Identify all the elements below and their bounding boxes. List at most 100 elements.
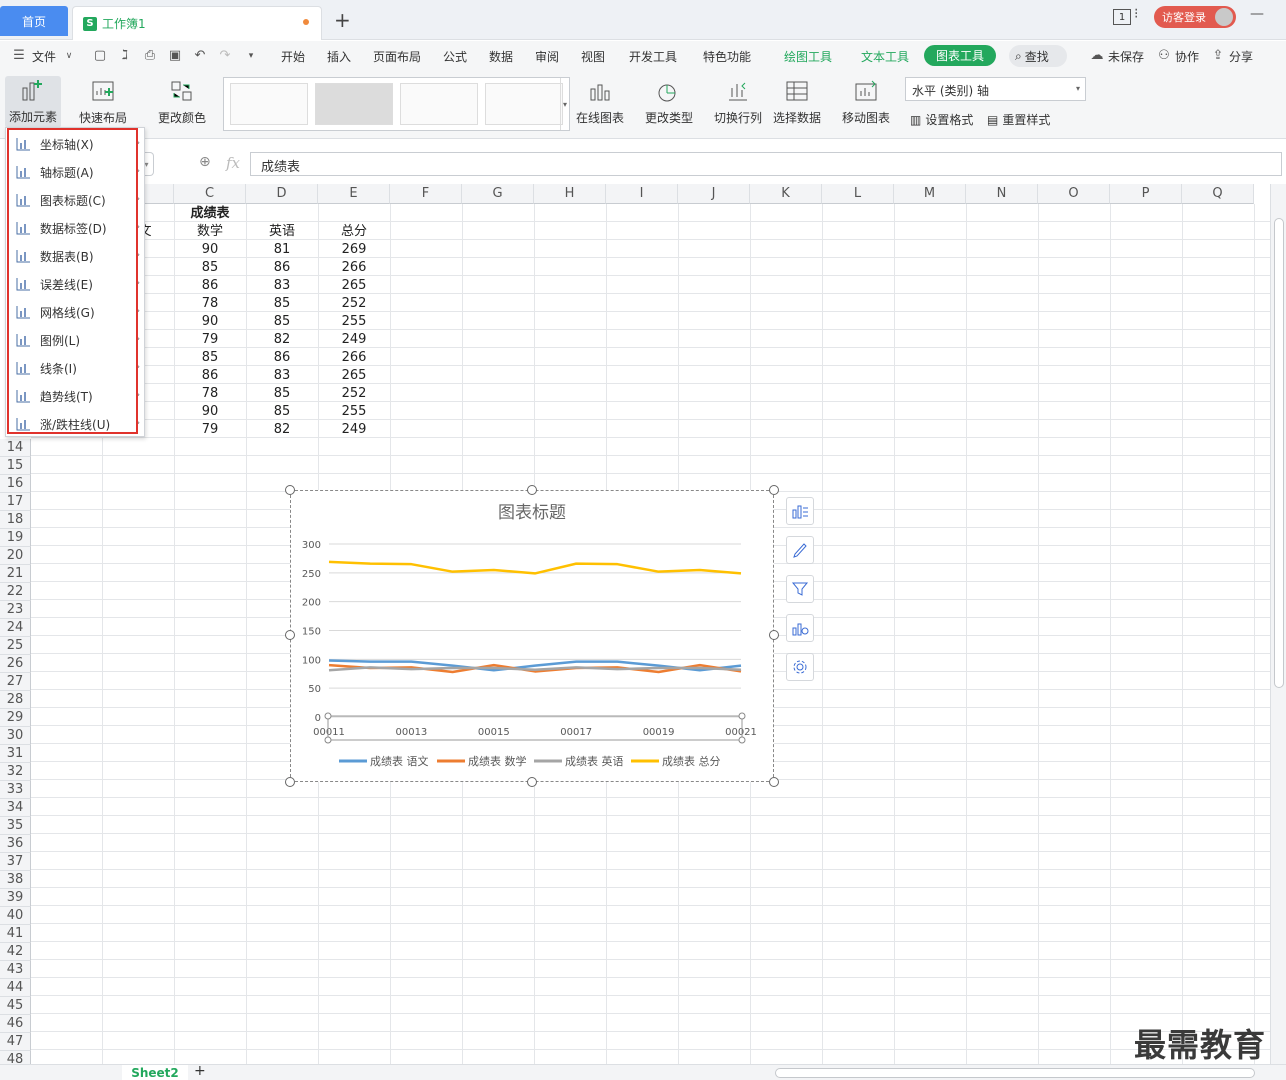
row-header-46[interactable]: 46 [0,1015,31,1033]
row-header-29[interactable]: 29 [0,709,31,727]
set-format-button[interactable]: ▥ 设置格式 [910,111,973,128]
menu-file[interactable]: 文件 [32,48,56,65]
resize-handle[interactable] [285,777,295,787]
table-cell[interactable]: 249 [318,421,390,439]
row-header-19[interactable]: 19 [0,529,31,547]
table-cell[interactable]: 78 [174,385,246,403]
chart-element-select[interactable]: 水平 (类别) 轴 ▾ [905,77,1086,101]
table-title[interactable]: 成绩表 [174,205,246,223]
save-icon[interactable]: ▢ [93,49,107,63]
move-chart-button[interactable]: 移动图表 [842,77,890,126]
add-element-button[interactable]: 添加元素 [5,76,62,128]
quick-layout-button[interactable]: 快速布局 [79,77,127,126]
row-header-30[interactable]: 30 [0,727,31,745]
resize-handle[interactable] [769,485,779,495]
column-header-c[interactable]: C [174,184,246,204]
resize-handle[interactable] [527,485,537,495]
row-header-36[interactable]: 36 [0,835,31,853]
table-cell[interactable]: 86 [174,367,246,385]
menu-features[interactable]: 特色功能 [703,48,751,65]
row-header-48[interactable]: 48 [0,1051,31,1064]
table-cell[interactable]: 86 [246,259,318,277]
window-count-icon[interactable]: 1 [1113,9,1131,25]
row-header-27[interactable]: 27 [0,673,31,691]
share-icon[interactable]: ⇪ [1211,49,1225,63]
table-cell[interactable]: 266 [318,259,390,277]
change-type-button[interactable]: 更改类型 [645,77,693,126]
menu-item-add-element[interactable]: 图例(L) › [14,328,140,352]
table-cell[interactable]: 85 [246,403,318,421]
vertical-scrollbar[interactable] [1270,184,1286,1064]
menu-item-add-element[interactable]: 趋势线(T) › [14,384,140,408]
column-header-g[interactable]: G [462,184,534,204]
table-cell[interactable]: 81 [246,241,318,259]
table-cell[interactable]: 269 [318,241,390,259]
column-header-i[interactable]: I [606,184,678,204]
menu-page-layout[interactable]: 页面布局 [373,48,421,65]
print-preview-icon[interactable]: ▣ [168,49,182,63]
menu-item-add-element[interactable]: 轴标题(A) › [14,160,140,184]
chart-style-gallery[interactable]: ▾ [223,77,570,131]
row-header-40[interactable]: 40 [0,907,31,925]
table-cell[interactable]: 255 [318,313,390,331]
chart-elements-tool[interactable] [786,497,814,525]
resize-handle[interactable] [527,777,537,787]
header-cell[interactable]: 英语 [246,223,318,241]
table-cell[interactable]: 266 [318,349,390,367]
column-header-q[interactable]: Q [1182,184,1254,204]
zoom-icon[interactable]: ⊕ [199,154,211,170]
column-header-n[interactable]: N [966,184,1038,204]
column-header-e[interactable]: E [318,184,390,204]
menu-data[interactable]: 数据 [489,48,513,65]
chart-style-1[interactable] [230,83,308,125]
minimize-icon[interactable]: — [1250,6,1264,22]
horizontal-scroll-thumb[interactable] [775,1068,1255,1078]
table-cell[interactable]: 83 [246,277,318,295]
menu-view[interactable]: 视图 [581,48,605,65]
column-header-k[interactable]: K [750,184,822,204]
menu-item-add-element[interactable]: 图表标题(C) › [14,188,140,212]
vertical-scroll-thumb[interactable] [1274,218,1284,688]
menu-insert[interactable]: 插入 [327,48,351,65]
row-header-18[interactable]: 18 [0,511,31,529]
table-cell[interactable]: 78 [174,295,246,313]
header-cell[interactable]: 总分 [318,223,390,241]
menu-item-add-element[interactable]: 数据表(B) › [14,244,140,268]
column-header-h[interactable]: H [534,184,606,204]
column-header-f[interactable]: F [390,184,462,204]
chart-area[interactable]: 图表标题 0 50 100 150 200 250 300 00011 00013 00015 000… [290,490,774,782]
column-header-m[interactable]: M [894,184,966,204]
change-color-button[interactable]: 更改颜色 [158,77,206,126]
row-header-38[interactable]: 38 [0,871,31,889]
resize-handle[interactable] [769,630,779,640]
resize-handle[interactable] [285,630,295,640]
redo-icon[interactable]: ↷ [218,49,232,63]
table-cell[interactable]: 255 [318,403,390,421]
menu-chart-tools[interactable]: 图表工具 [924,45,997,66]
row-header-44[interactable]: 44 [0,979,31,997]
menu-review[interactable]: 审阅 [535,48,559,65]
formula-input[interactable]: 成绩表 [250,152,1282,176]
column-header-j[interactable]: J [678,184,750,204]
row-header-16[interactable]: 16 [0,475,31,493]
reset-style-button[interactable]: ▤ 重置样式 [987,111,1050,128]
table-cell[interactable]: 82 [246,331,318,349]
collaborate-icon[interactable]: ⚇ [1157,49,1171,63]
chart-settings-tool[interactable] [786,653,814,681]
row-header-39[interactable]: 39 [0,889,31,907]
table-cell[interactable]: 85 [246,313,318,331]
table-cell[interactable]: 252 [318,295,390,313]
menu-formula[interactable]: 公式 [443,48,467,65]
menu-item-add-element[interactable]: 网格线(G) › [14,300,140,324]
table-cell[interactable]: 90 [174,313,246,331]
table-cell[interactable]: 265 [318,367,390,385]
row-header-17[interactable]: 17 [0,493,31,511]
table-cell[interactable]: 90 [174,403,246,421]
chart-style-3[interactable] [400,83,478,125]
chart-style-4[interactable] [485,83,563,125]
header-cell[interactable]: 数学 [174,223,246,241]
add-sheet-button[interactable]: + [194,1063,206,1079]
sheet-tab-sheet2[interactable]: Sheet2 [122,1065,188,1080]
table-cell[interactable]: 90 [174,241,246,259]
quick-access-dropdown-icon[interactable]: ▾ [244,49,258,63]
